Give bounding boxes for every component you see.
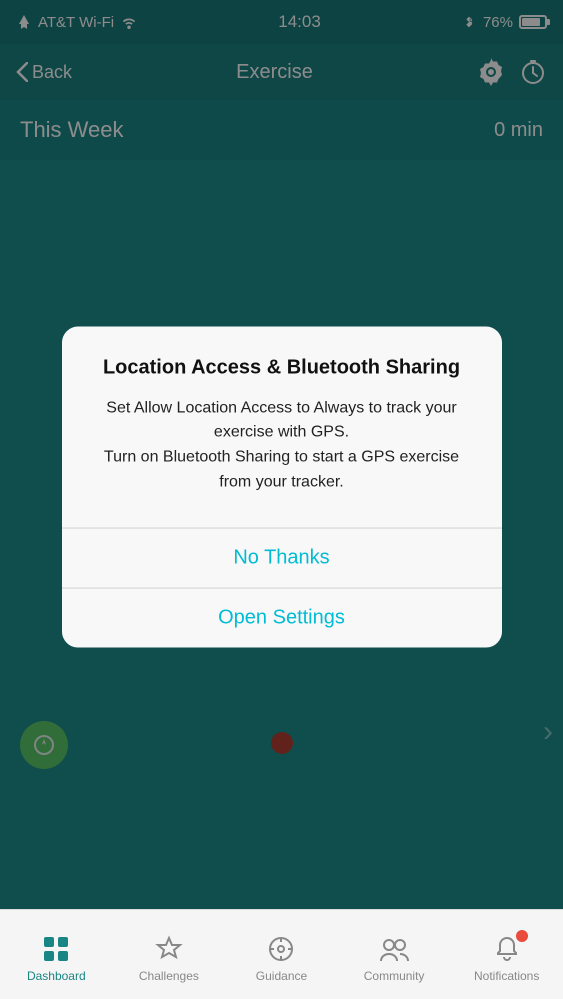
tab-community[interactable]: Community <box>338 910 451 999</box>
tab-guidance-label: Guidance <box>256 969 307 983</box>
community-icon <box>379 934 409 964</box>
notifications-icon <box>492 934 522 964</box>
tab-challenges-label: Challenges <box>139 969 199 983</box>
tab-notifications-label: Notifications <box>474 969 539 983</box>
dialog-title: Location Access & Bluetooth Sharing <box>92 354 472 380</box>
guidance-icon <box>266 934 296 964</box>
open-settings-button[interactable]: Open Settings <box>62 588 502 647</box>
tab-notifications[interactable]: Notifications <box>450 910 563 999</box>
dialog-body: Location Access & Bluetooth Sharing Set … <box>62 326 502 527</box>
tab-dashboard[interactable]: Dashboard <box>0 910 113 999</box>
tab-bar: Dashboard Challenges Guidance <box>0 909 563 999</box>
tab-challenges[interactable]: Challenges <box>113 910 226 999</box>
location-dialog: Location Access & Bluetooth Sharing Set … <box>62 326 502 647</box>
no-thanks-button[interactable]: No Thanks <box>62 528 502 587</box>
dashboard-icon <box>41 934 71 964</box>
tab-guidance[interactable]: Guidance <box>225 910 338 999</box>
dialog-message: Set Allow Location Access to Always to t… <box>92 396 472 495</box>
notification-badge <box>516 930 528 942</box>
tab-community-label: Community <box>364 969 425 983</box>
tab-dashboard-label: Dashboard <box>27 969 86 983</box>
challenges-icon <box>154 934 184 964</box>
